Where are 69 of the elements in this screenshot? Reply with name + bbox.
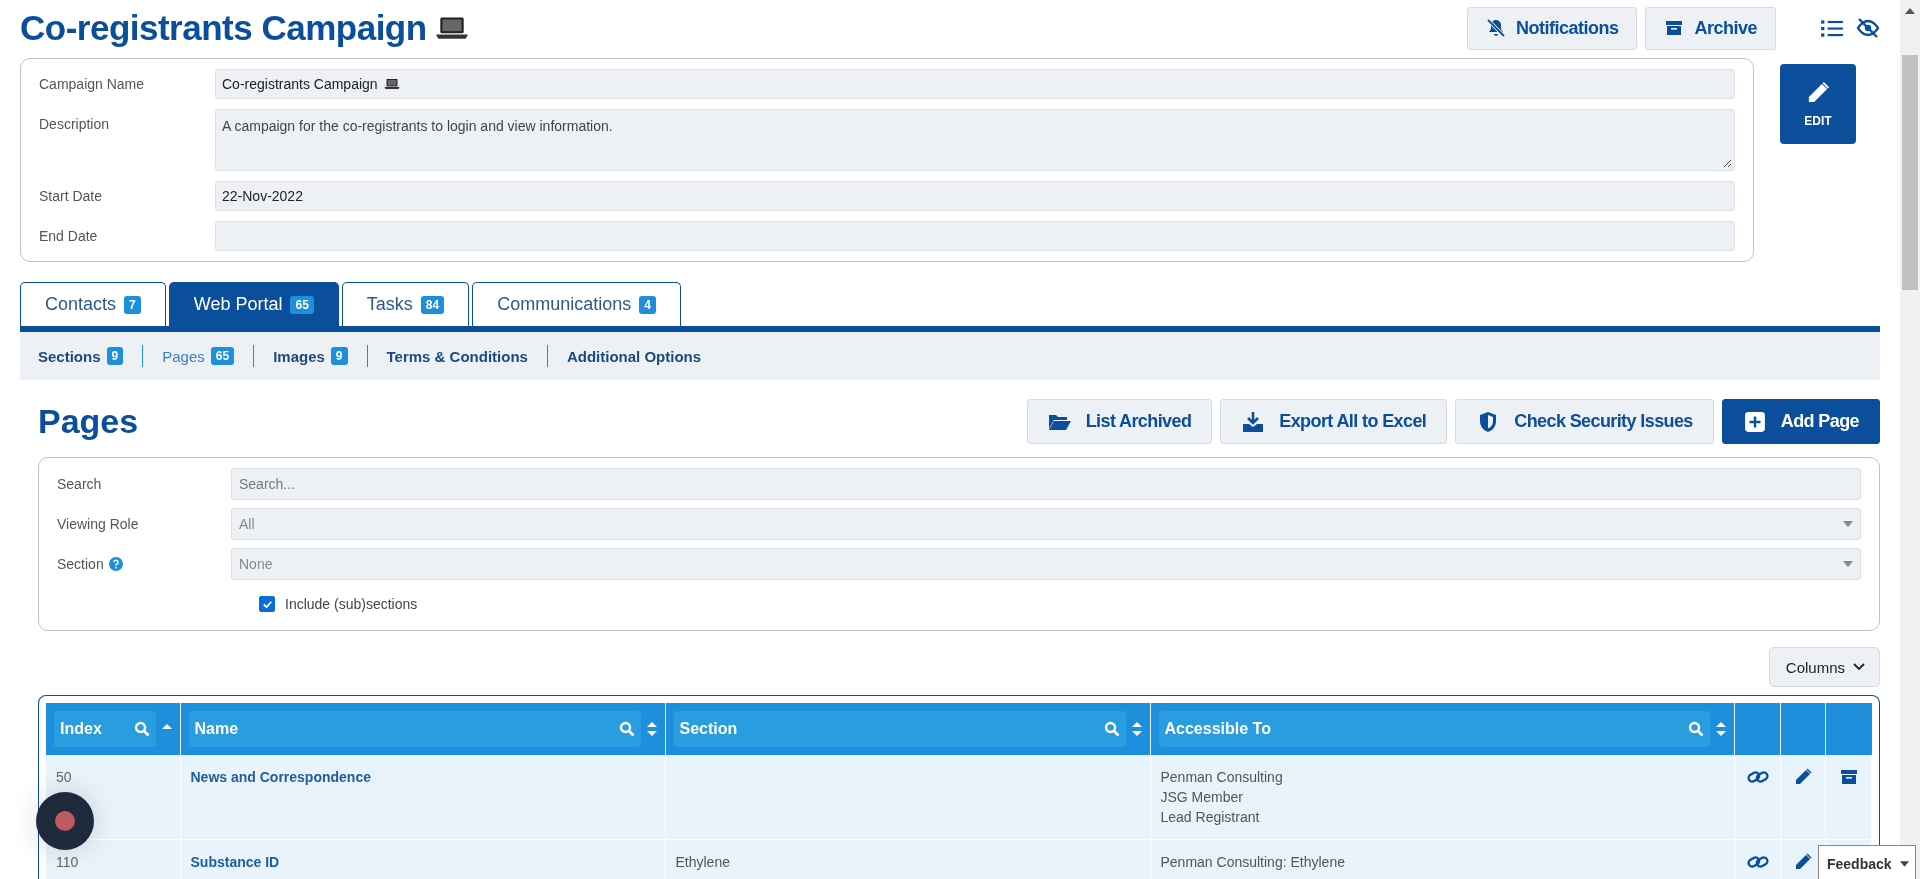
laptop-icon — [434, 15, 469, 41]
table-cell: Ethylene — [675, 854, 730, 870]
filter-label: Viewing Role — [57, 516, 139, 532]
field-value: A campaign for the co-registrants to login and view information. — [222, 118, 613, 134]
role-text: Penman Consulting — [1160, 768, 1284, 787]
download-icon — [1241, 410, 1266, 433]
scrollbar[interactable] — [1900, 0, 1920, 879]
scroll-up-icon[interactable] — [1905, 8, 1915, 14]
table-cell: 50 — [56, 769, 72, 785]
tab[interactable]: Web Portal 65 — [168, 282, 339, 326]
action-button[interactable]: List Archived — [1026, 399, 1213, 444]
scrollbar-thumb[interactable] — [1902, 55, 1918, 290]
caret-icon — [1843, 561, 1853, 567]
resize-grip-icon[interactable] — [1722, 158, 1732, 168]
page-link[interactable]: News and Correspondence — [190, 769, 371, 785]
eye-slash-icon[interactable] — [1856, 17, 1880, 39]
checkmark-icon — [261, 598, 273, 610]
description-field[interactable]: A campaign for the co-registrants to login and view information. — [215, 109, 1735, 171]
edit-button[interactable]: EDIT — [1780, 64, 1856, 144]
input-field[interactable]: Co-registrants Campaign — [215, 69, 1735, 99]
search-field[interactable]: Search... — [231, 468, 1861, 500]
tab[interactable]: Contacts 7 — [20, 282, 166, 326]
input-field[interactable] — [215, 221, 1735, 251]
filter-label: Section — [57, 556, 104, 572]
search-icon[interactable] — [618, 721, 635, 737]
archive-button[interactable]: Archive — [1645, 6, 1776, 50]
action-button[interactable]: Export All to Excel — [1220, 399, 1448, 444]
sort-icon[interactable] — [1131, 721, 1142, 737]
sub-tab[interactable]: Images 9 — [273, 347, 348, 365]
archive-box-icon — [1664, 18, 1685, 38]
role-text: JSG Member — [1160, 788, 1244, 807]
sort-ascending-icon[interactable] — [161, 723, 172, 729]
field-label: Description — [39, 115, 111, 132]
chevron-down-icon — [1853, 663, 1865, 671]
search-icon[interactable] — [1688, 721, 1704, 737]
action-button[interactable]: Add Page — [1721, 399, 1880, 444]
list-icon[interactable] — [1820, 17, 1844, 39]
sort-icon[interactable] — [1716, 721, 1726, 737]
field-label: Start Date — [39, 187, 104, 204]
role-text: Lead Registrant — [1160, 808, 1261, 827]
sub-tab[interactable]: Pages 65 — [162, 347, 235, 365]
sub-tab[interactable]: Additional Options — [566, 347, 702, 365]
help-icon[interactable] — [108, 557, 123, 571]
notifications-button[interactable]: Notifications — [1466, 6, 1638, 50]
sub-tab[interactable]: Terms & Conditions — [386, 347, 528, 365]
tab[interactable]: Tasks 84 — [341, 282, 470, 326]
filter-label: Search — [57, 476, 102, 492]
action-button[interactable]: Check Security Issues — [1455, 399, 1714, 444]
search-icon[interactable] — [1103, 721, 1120, 737]
plus-icon — [1742, 410, 1767, 433]
tab[interactable]: Communications 4 — [472, 282, 681, 326]
checkbox-label: Include (sub)sections — [285, 596, 418, 612]
role-text: Penman Consulting: Ethylene — [1160, 853, 1346, 872]
sub-tab[interactable]: Sections 9 — [38, 347, 124, 365]
caret-icon — [1843, 521, 1853, 527]
page-link[interactable]: Substance ID — [190, 854, 280, 870]
section-heading: Pages — [38, 402, 139, 441]
checkbox[interactable] — [259, 596, 275, 612]
table-cell: 110 — [56, 854, 79, 870]
input-field[interactable]: 22-Nov-2022 — [215, 181, 1735, 211]
caret-icon — [1899, 860, 1909, 867]
sort-icon[interactable] — [646, 721, 657, 737]
search-icon[interactable] — [133, 721, 150, 737]
feedback-button[interactable]: Feedback — [1818, 845, 1916, 879]
field-label: Campaign Name — [39, 75, 146, 92]
field-label: End Date — [39, 227, 99, 244]
page-title: Co-registrants Campaign — [20, 8, 427, 48]
bell-slash-icon — [1485, 18, 1506, 38]
columns-button[interactable]: Columns — [1768, 647, 1880, 687]
